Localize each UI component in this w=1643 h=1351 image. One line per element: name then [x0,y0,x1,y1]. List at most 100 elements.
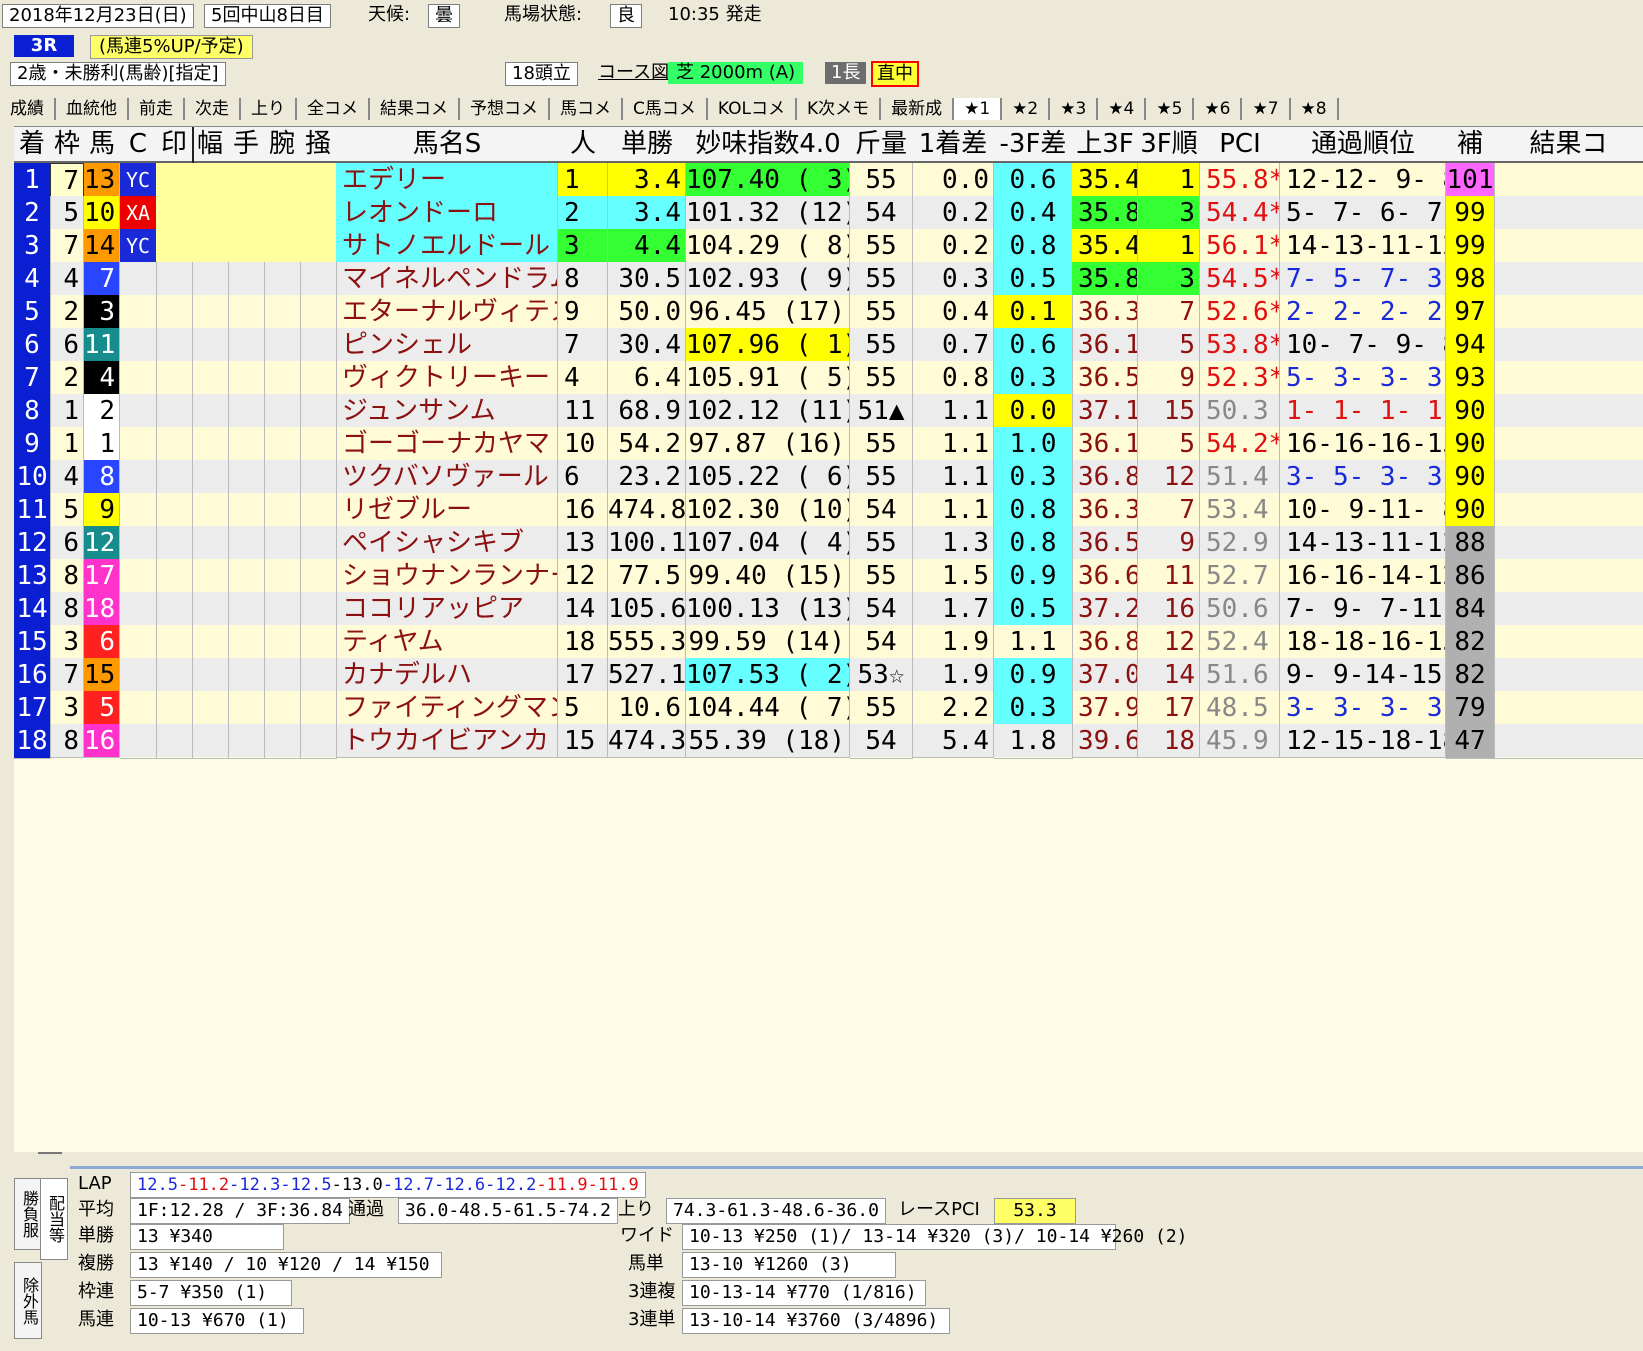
cell-枠[interactable]: 4 [50,460,84,494]
cell-掻[interactable] [300,493,337,528]
cell-1着差[interactable]: 0.8 [912,361,994,395]
cell-PCI[interactable]: 52.3* [1200,361,1280,395]
cell--3F差[interactable]: 1.8 [994,724,1073,759]
cell-幅[interactable] [192,229,229,264]
cell-妙味指数4.0[interactable]: 105.22 ( 6) [686,460,850,494]
cell-3F順[interactable]: 5 [1138,328,1200,362]
cell-上3F[interactable]: 36.6 [1072,559,1138,593]
cell-斤量[interactable]: 55 [850,229,913,264]
cell-結果コ[interactable] [1494,493,1643,528]
cell-3F順[interactable]: 18 [1138,724,1200,758]
cell-馬[interactable]: 14 [84,229,120,263]
cell-1着差[interactable]: 0.4 [912,295,994,329]
cell-1着差[interactable]: 2.2 [912,691,994,725]
cell-掻[interactable] [300,592,337,627]
cell-補[interactable]: 88 [1446,526,1495,561]
cell--3F差[interactable]: 0.9 [994,658,1073,693]
cell-印[interactable] [156,526,193,561]
cell-3F順[interactable]: 16 [1138,592,1200,626]
cell-斤量[interactable]: 55 [850,295,913,330]
cell-PCI[interactable]: 50.6 [1200,592,1280,626]
cell-3F順[interactable]: 5 [1138,427,1200,461]
col-header-16[interactable]: 上3F [1072,127,1139,163]
cell--3F差[interactable]: 0.0 [994,394,1073,429]
cell-手[interactable] [228,361,265,396]
cell-幅[interactable] [192,493,229,528]
cell-枠[interactable]: 4 [50,262,84,296]
cell-印[interactable] [156,295,193,330]
cell-枠[interactable]: 2 [50,295,84,329]
cell-単勝[interactable]: 77.5 [608,559,686,593]
cell-上3F[interactable]: 36.5 [1072,526,1138,560]
cell-妙味指数4.0[interactable]: 99.59 (14) [686,625,850,659]
col-header-4[interactable]: 印 [156,127,193,163]
cell-枠[interactable]: 5 [50,493,84,527]
cell-妙味指数4.0[interactable]: 102.93 ( 9) [686,262,850,296]
cell-幅[interactable] [192,196,229,231]
cell-枠[interactable]: 2 [50,361,84,395]
cell-3F順[interactable]: 11 [1138,559,1200,593]
tab-9[interactable]: C馬コメ [623,98,708,120]
cell--3F差[interactable]: 0.4 [994,196,1073,231]
cell-1着差[interactable]: 1.5 [912,559,994,593]
cell-PCI[interactable]: 45.9 [1200,724,1280,758]
cell-斤量[interactable]: 55 [850,163,913,198]
cell-1着差[interactable]: 1.1 [912,394,994,428]
cell-手[interactable] [228,328,265,363]
cell-幅[interactable] [192,295,229,330]
tab-20[interactable]: ★8 [1291,98,1339,120]
tab-shobufuku[interactable]: 勝負服 [14,1178,42,1250]
cell-掻[interactable] [300,328,337,363]
cell-C[interactable] [120,526,157,561]
cell-上3F[interactable]: 36.8 [1072,460,1138,494]
cell-補[interactable]: 90 [1446,394,1495,429]
cell-単勝[interactable]: 100.1 [608,526,686,560]
cell-手[interactable] [228,163,265,198]
cell-印[interactable] [156,625,193,660]
cell-1着差[interactable]: 1.1 [912,460,994,494]
cell-結果コ[interactable] [1494,295,1643,330]
col-header-15[interactable]: -3F差 [994,127,1073,163]
cell-幅[interactable] [192,427,229,462]
col-header-1[interactable]: 枠 [50,127,85,163]
cell-人[interactable]: 13 [558,526,608,560]
cell-補[interactable]: 94 [1446,328,1495,363]
cell-結果コ[interactable] [1494,460,1643,495]
col-header-3[interactable]: C [120,127,157,163]
cell-馬名S[interactable]: カナデルハ [336,658,558,692]
cell-通過順位[interactable]: 16-16-14-12 [1280,559,1446,593]
cell-C[interactable] [120,691,157,726]
cell-着[interactable]: 17 [14,691,51,726]
cell-印[interactable] [156,361,193,396]
cell-掻[interactable] [300,691,337,726]
cell-馬名S[interactable]: ツクバソヴァール [336,460,558,494]
cell-枠[interactable]: 3 [50,691,84,725]
cell-人[interactable]: 8 [558,262,608,296]
tab-5[interactable]: 全コメ [297,98,370,120]
cell-C[interactable]: YC [120,163,157,198]
cell-1着差[interactable]: 5.4 [912,724,994,758]
cell-上3F[interactable]: 37.1 [1072,394,1138,428]
cell-3F順[interactable]: 14 [1138,658,1200,692]
cell-単勝[interactable]: 54.2 [608,427,686,461]
cell-手[interactable] [228,493,265,528]
cell-手[interactable] [228,559,265,594]
cell-3F順[interactable]: 9 [1138,361,1200,395]
tab-18[interactable]: ★6 [1194,98,1243,120]
cell-幅[interactable] [192,328,229,363]
cell-補[interactable]: 79 [1446,691,1495,726]
cell-結果コ[interactable] [1494,427,1643,462]
cell-馬名S[interactable]: レオンドーロ [336,196,558,230]
cell-着[interactable]: 1 [14,163,51,198]
cell-単勝[interactable]: 68.9 [608,394,686,428]
cell-3F順[interactable]: 7 [1138,295,1200,329]
cell-単勝[interactable]: 23.2 [608,460,686,494]
cell-PCI[interactable]: 54.2* [1200,427,1280,461]
cell-馬[interactable]: 18 [84,592,120,626]
cell-腕[interactable] [264,559,301,594]
cell-人[interactable]: 5 [558,691,608,725]
cell-印[interactable] [156,163,193,198]
cell-馬[interactable]: 17 [84,559,120,593]
cell-馬名S[interactable]: エデリー [336,163,558,197]
cell-枠[interactable]: 5 [50,196,84,230]
